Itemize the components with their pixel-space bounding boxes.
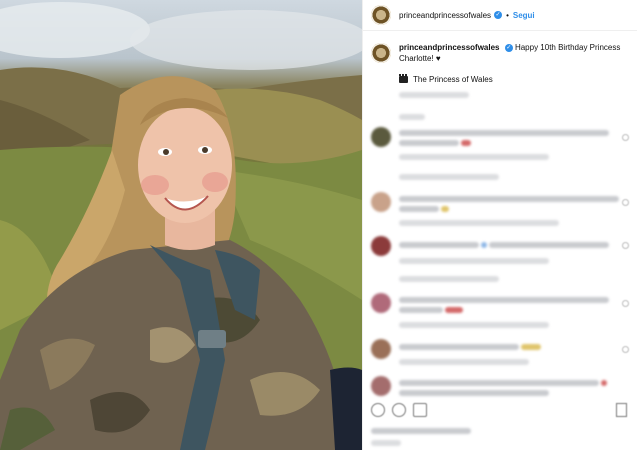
comment-text <box>399 196 619 202</box>
post-sidebar: princeandprincessofwales ✓ • Segui princ… <box>362 0 637 450</box>
caption-heart-emoji: ♥ <box>435 54 441 63</box>
comment-meta <box>399 322 549 328</box>
comment-text <box>399 307 443 313</box>
comment-text <box>399 297 609 303</box>
comment-text <box>445 307 463 313</box>
comment-text <box>521 344 541 350</box>
view-replies[interactable] <box>399 276 499 282</box>
comment-icon[interactable] <box>392 403 406 417</box>
comment-text <box>399 344 519 350</box>
comment-meta <box>399 359 529 365</box>
comment-meta <box>399 220 559 226</box>
like-icon[interactable] <box>371 403 385 417</box>
separator-dot: • <box>506 10 509 20</box>
share-icon[interactable] <box>413 403 427 417</box>
photo-credit: The Princess of Wales <box>399 74 493 84</box>
comment-text <box>461 140 471 146</box>
like-heart-icon[interactable] <box>622 242 629 249</box>
comment-text <box>399 380 599 386</box>
comment-text <box>399 242 479 248</box>
comment-text <box>489 242 609 248</box>
post-caption: princeandprincessofwales ✓ Happy 10th Bi… <box>371 42 633 64</box>
post-header: princeandprincessofwales ✓ • Segui <box>363 0 637 31</box>
verified-badge-icon: ✓ <box>504 43 513 52</box>
comment-text <box>441 206 449 212</box>
comment-text <box>399 140 459 146</box>
like-heart-icon[interactable] <box>622 300 629 307</box>
caption-meta <box>399 114 425 120</box>
photo-credit-text: The Princess of Wales <box>413 75 493 84</box>
avatar[interactable] <box>371 192 391 212</box>
avatar[interactable] <box>371 43 391 63</box>
follow-button[interactable]: Segui <box>513 11 535 20</box>
caption-meta <box>399 92 469 98</box>
avatar[interactable] <box>371 236 391 256</box>
avatar[interactable] <box>371 339 391 359</box>
bookmark-icon[interactable] <box>616 403 627 417</box>
comment-text <box>399 130 609 136</box>
verified-badge-icon: ✓ <box>494 11 503 19</box>
comment-text <box>399 390 549 396</box>
caption-username[interactable]: princeandprincessofwales <box>399 43 499 52</box>
comment-text <box>601 380 607 386</box>
view-replies[interactable] <box>399 174 499 180</box>
header-username[interactable]: princeandprincessofwales <box>399 11 491 20</box>
clapperboard-icon <box>399 74 408 83</box>
avatar[interactable] <box>371 5 391 25</box>
like-heart-icon[interactable] <box>622 346 629 353</box>
like-heart-icon[interactable] <box>622 134 629 141</box>
avatar[interactable] <box>371 376 391 396</box>
comment-meta <box>399 258 549 264</box>
avatar[interactable] <box>371 293 391 313</box>
likes-count[interactable] <box>371 428 471 434</box>
comment-meta <box>399 154 549 160</box>
avatar[interactable] <box>371 127 391 147</box>
like-heart-icon[interactable] <box>622 199 629 206</box>
post-actions <box>371 403 427 417</box>
comment-text <box>399 206 439 212</box>
comment-text <box>481 242 487 248</box>
post-date <box>371 440 401 446</box>
post-photo <box>0 0 362 450</box>
